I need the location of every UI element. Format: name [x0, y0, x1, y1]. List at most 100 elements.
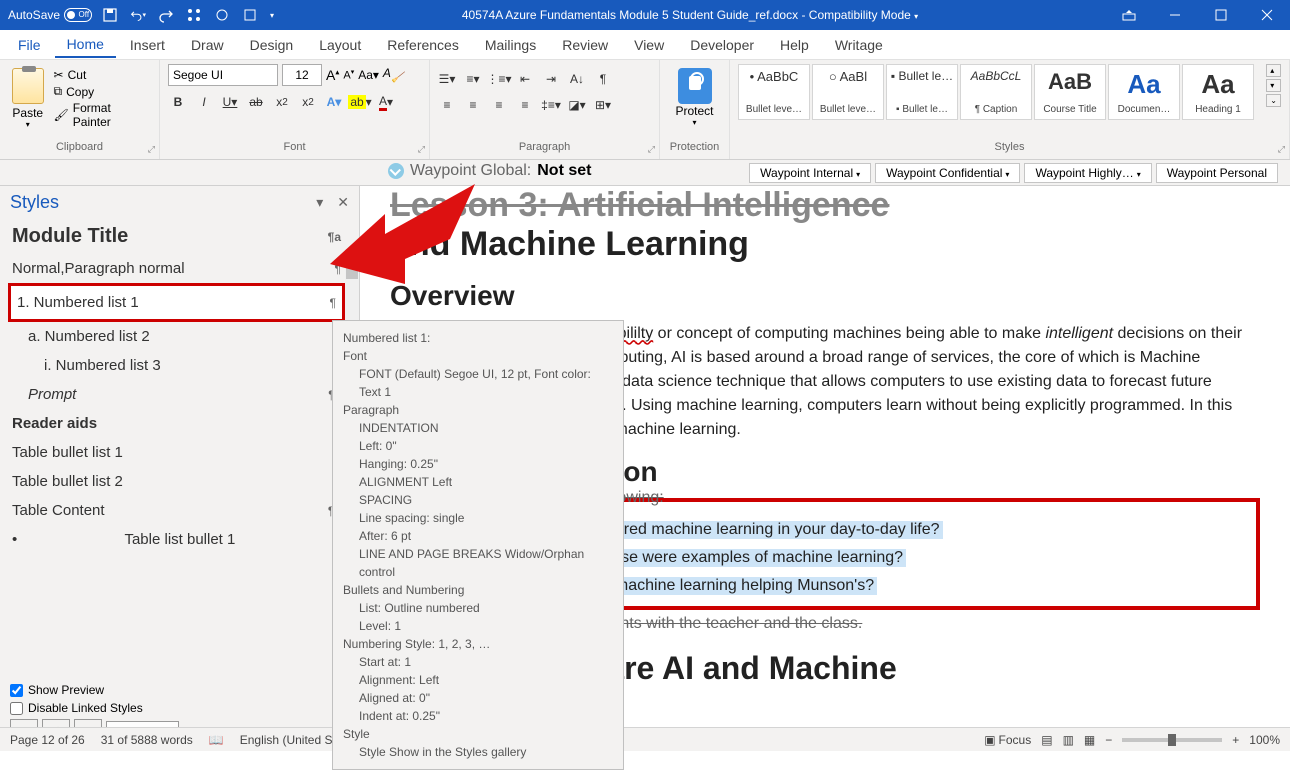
tab-references[interactable]: References	[375, 33, 471, 57]
line-spacing-icon[interactable]: ‡≡▾	[542, 96, 560, 114]
tab-file[interactable]: File	[6, 33, 53, 57]
waypoint-button[interactable]: Waypoint Personal	[1156, 163, 1278, 183]
sort-icon[interactable]: A↓	[568, 70, 586, 88]
clipboard-launcher[interactable]: ⤢	[148, 144, 155, 155]
word-count[interactable]: 31 of 5888 words	[101, 733, 193, 747]
style-row[interactable]: i. Numbered list 3¶	[8, 351, 345, 380]
tab-home[interactable]: Home	[55, 32, 116, 58]
gallery-up-icon[interactable]: ▴	[1266, 64, 1281, 77]
styles-dropdown-icon[interactable]: ▾	[316, 194, 323, 211]
page-indicator[interactable]: Page 12 of 26	[10, 733, 85, 747]
save-icon[interactable]	[102, 7, 118, 23]
protect-button[interactable]: Protect ▾	[670, 64, 720, 127]
spellcheck-icon[interactable]: 📖	[209, 733, 224, 747]
font-color-icon[interactable]: A▾	[376, 92, 396, 112]
style-gallery-item[interactable]: • AaBbCBullet leve…	[738, 64, 810, 120]
waypoint-button[interactable]: Waypoint Internal▾	[749, 163, 871, 183]
tab-developer[interactable]: Developer	[678, 33, 766, 57]
redo-icon[interactable]	[158, 7, 174, 23]
web-layout-icon[interactable]: ▦	[1084, 733, 1095, 747]
style-gallery-item[interactable]: AaDocumen…	[1108, 64, 1180, 120]
dec-indent-icon[interactable]: ⇤	[516, 70, 534, 88]
align-center-icon[interactable]: ≡	[464, 96, 482, 114]
tab-mailings[interactable]: Mailings	[473, 33, 548, 57]
style-gallery-item[interactable]: AaBCourse Title	[1034, 64, 1106, 120]
justify-icon[interactable]: ≡	[516, 96, 534, 114]
bold-button[interactable]: B	[168, 92, 188, 112]
tab-review[interactable]: Review	[550, 33, 620, 57]
tab-draw[interactable]: Draw	[179, 33, 236, 57]
font-launcher[interactable]: ⤢	[418, 144, 425, 155]
inc-indent-icon[interactable]: ⇥	[542, 70, 560, 88]
font-size-select[interactable]	[282, 64, 322, 86]
waypoint-button[interactable]: Waypoint Highly…▾	[1024, 163, 1151, 183]
paragraph-launcher[interactable]: ⤢	[648, 144, 655, 155]
style-row[interactable]: Prompt¶a	[8, 380, 345, 409]
waypoint-button[interactable]: Waypoint Confidential▾	[875, 163, 1020, 183]
zoom-slider[interactable]	[1122, 738, 1222, 742]
gallery-more-icon[interactable]: ⌄	[1266, 94, 1281, 107]
autosave-toggle[interactable]: AutoSave Off	[8, 8, 92, 22]
style-row[interactable]: Table list bullet 1¶	[8, 525, 345, 554]
qat-icon-4[interactable]	[186, 7, 202, 23]
style-row[interactable]: Table Content¶a	[8, 496, 345, 525]
shading-icon[interactable]: ◪▾	[568, 96, 586, 114]
zoom-out-icon[interactable]: −	[1105, 733, 1112, 747]
close-icon[interactable]	[1244, 0, 1290, 30]
text-effects-icon[interactable]: A▾	[324, 92, 344, 112]
focus-button[interactable]: ▣ Focus	[984, 733, 1031, 747]
shrink-font-icon[interactable]: A▾	[343, 68, 354, 82]
style-gallery-item[interactable]: AaHeading 1	[1182, 64, 1254, 120]
numbering-icon[interactable]: ≡▾	[464, 70, 482, 88]
italic-button[interactable]: I	[194, 92, 214, 112]
paste-button[interactable]: Paste ▾	[8, 64, 48, 129]
qat-icon-6[interactable]	[242, 7, 258, 23]
style-row[interactable]: Table bullet list 1¶	[8, 438, 345, 467]
gallery-down-icon[interactable]: ▾	[1266, 79, 1281, 92]
styles-gallery[interactable]: • AaBbCBullet leve…○ AaBlBullet leve…▪ B…	[738, 64, 1260, 120]
qat-icon-5[interactable]	[214, 7, 230, 23]
maximize-icon[interactable]	[1198, 0, 1244, 30]
style-row[interactable]: Module Title¶a	[8, 219, 345, 254]
clear-format-icon[interactable]: A🧹	[383, 66, 403, 83]
tab-help[interactable]: Help	[768, 33, 821, 57]
print-layout-icon[interactable]: ▥	[1063, 733, 1074, 747]
subscript-button[interactable]: x2	[272, 92, 292, 112]
style-row[interactable]: 1. Numbered list 1¶	[8, 283, 345, 322]
style-gallery-item[interactable]: ▪ Bullet le…▪ Bullet le…	[886, 64, 958, 120]
underline-button[interactable]: U▾	[220, 92, 240, 112]
style-row[interactable]: Table bullet list 2¶	[8, 467, 345, 496]
align-right-icon[interactable]: ≡	[490, 96, 508, 114]
strike-button[interactable]: ab	[246, 92, 266, 112]
font-name-select[interactable]	[168, 64, 278, 86]
borders-icon[interactable]: ⊞▾	[594, 96, 612, 114]
multilevel-icon[interactable]: ⋮≡▾	[490, 70, 508, 88]
grow-font-icon[interactable]: A▴	[326, 67, 339, 83]
cut-button[interactable]: ✂Cut	[54, 68, 151, 82]
zoom-level[interactable]: 100%	[1249, 733, 1280, 747]
toggle-pill[interactable]: Off	[64, 8, 92, 22]
tab-writage[interactable]: Writage	[823, 33, 895, 57]
highlight-icon[interactable]: ab▾	[350, 92, 370, 112]
superscript-button[interactable]: x2	[298, 92, 318, 112]
tab-layout[interactable]: Layout	[307, 33, 373, 57]
disable-linked-checkbox[interactable]: Disable Linked Styles	[10, 701, 349, 715]
style-gallery-item[interactable]: AaBbCcL¶ Caption	[960, 64, 1032, 120]
show-marks-icon[interactable]: ¶	[594, 70, 612, 88]
styles-close-icon[interactable]: ✕	[337, 194, 349, 211]
style-row[interactable]: Reader aids¶	[8, 409, 345, 438]
format-painter-button[interactable]: 🖌Format Painter	[54, 101, 151, 129]
change-case-icon[interactable]: Aa▾	[358, 68, 379, 82]
styles-launcher[interactable]: ⤢	[1278, 144, 1285, 155]
style-row[interactable]: a. Numbered list 2¶	[8, 322, 345, 351]
undo-icon[interactable]: ▾	[130, 7, 146, 23]
style-row[interactable]: Normal,Paragraph normal¶	[8, 254, 345, 283]
style-gallery-item[interactable]: ○ AaBlBullet leve…	[812, 64, 884, 120]
bullets-icon[interactable]: ☰▾	[438, 70, 456, 88]
align-left-icon[interactable]: ≡	[438, 96, 456, 114]
ribbon-options-icon[interactable]	[1106, 0, 1152, 30]
zoom-in-icon[interactable]: +	[1232, 733, 1239, 747]
tab-view[interactable]: View	[622, 33, 676, 57]
tab-insert[interactable]: Insert	[118, 33, 177, 57]
show-preview-checkbox[interactable]: Show Preview	[10, 683, 349, 697]
